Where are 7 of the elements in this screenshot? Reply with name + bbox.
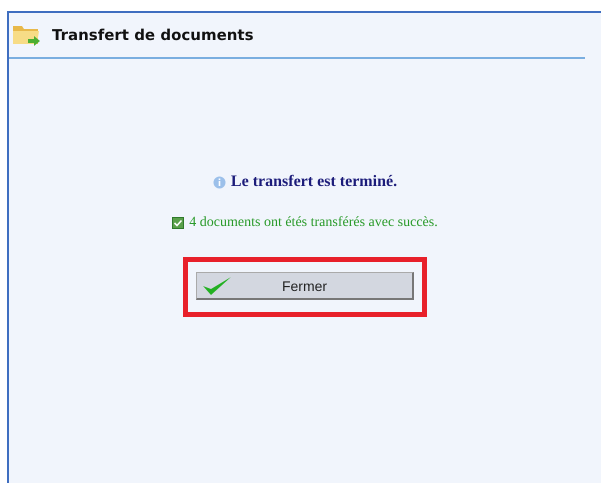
success-message: 4 documents ont étés transférés avec succès. (189, 215, 438, 231)
close-button[interactable]: Fermer (196, 272, 414, 300)
info-message: Le transfert est terminé. (230, 173, 398, 191)
info-icon (212, 176, 226, 188)
checkbox-icon (172, 217, 184, 229)
window-title: Transfert de documents (52, 26, 254, 44)
checkmark-icon (202, 276, 232, 296)
